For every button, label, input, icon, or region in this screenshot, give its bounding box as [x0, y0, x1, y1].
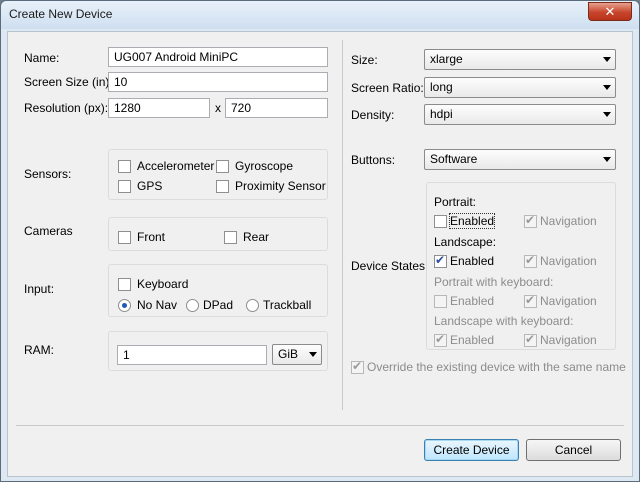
keyboard-checkbox[interactable] — [118, 278, 131, 291]
landscape-keyboard-enabled-checkbox[interactable] — [434, 332, 447, 347]
override-checkbox[interactable] — [351, 359, 364, 374]
landscape-keyboard-navigation-label: Navigation — [540, 333, 597, 347]
rear-camera-checkbox[interactable] — [224, 231, 237, 244]
ram-label: RAM: — [24, 343, 54, 357]
landscape-navigation-label: Navigation — [540, 254, 597, 268]
portrait-keyboard-navigation-label: Navigation — [540, 294, 597, 308]
density-value: hdpi — [430, 107, 453, 121]
screen-ratio-label: Screen Ratio: — [351, 81, 424, 95]
portrait-keyboard-label: Portrait with keyboard: — [434, 275, 554, 289]
screen-size-label: Screen Size (in): — [24, 75, 113, 89]
close-icon: ✕ — [604, 4, 616, 19]
device-states-label: Device States: — [351, 259, 429, 273]
portrait-enabled-checkbox[interactable] — [434, 215, 447, 228]
size-label: Size: — [351, 53, 378, 67]
proximity-sensor-label: Proximity Sensor — [235, 179, 326, 193]
chevron-down-icon — [603, 112, 611, 117]
keyboard-label: Keyboard — [137, 277, 189, 291]
no-nav-label: No Nav — [137, 298, 178, 312]
no-nav-radio[interactable] — [118, 299, 131, 312]
dpad-label: DPad — [203, 298, 234, 312]
landscape-enabled-label: Enabled — [450, 254, 495, 268]
landscape-keyboard-enabled-label: Enabled — [450, 333, 495, 347]
chevron-down-icon — [603, 85, 611, 90]
ram-unit-value: GiB — [278, 347, 299, 361]
screen-ratio-select[interactable]: long — [424, 77, 616, 98]
size-select[interactable]: xlarge — [424, 49, 616, 70]
density-select[interactable]: hdpi — [424, 104, 616, 125]
portrait-navigation-label: Navigation — [540, 214, 597, 228]
density-label: Density: — [351, 108, 395, 122]
landscape-label: Landscape: — [434, 235, 497, 249]
front-camera-label: Front — [137, 230, 166, 244]
accelerometer-checkbox[interactable] — [118, 160, 131, 173]
chevron-down-icon — [309, 352, 317, 357]
cameras-label: Cameras — [24, 224, 73, 238]
trackball-radio[interactable] — [246, 299, 259, 312]
front-camera-checkbox[interactable] — [118, 231, 131, 244]
accelerometer-label: Accelerometer — [137, 159, 215, 173]
resolution-width-field[interactable]: 1280 — [108, 98, 210, 118]
screen-ratio-value: long — [430, 80, 453, 94]
ram-field[interactable]: 1 — [117, 345, 267, 365]
override-label: Override the existing device with the sa… — [367, 360, 626, 374]
gyroscope-label: Gyroscope — [235, 159, 294, 173]
size-value: xlarge — [430, 52, 463, 66]
name-field[interactable]: UG007 Android MiniPC — [108, 47, 328, 67]
landscape-keyboard-navigation-checkbox[interactable] — [524, 332, 537, 347]
window-title: Create New Device — [9, 7, 113, 21]
portrait-keyboard-enabled-label: Enabled — [450, 294, 495, 308]
cancel-button[interactable]: Cancel — [526, 439, 621, 461]
ram-unit-select[interactable]: GiB — [272, 344, 322, 365]
device-states-group: Portrait: Enabled Navigation Landscape: … — [426, 182, 616, 350]
sensors-group: Accelerometer Gyroscope GPS Proximity Se… — [108, 149, 328, 200]
portrait-navigation-checkbox[interactable] — [524, 213, 537, 228]
trackball-label: Trackball — [263, 298, 312, 312]
column-divider — [342, 40, 343, 410]
buttons-value: Software — [430, 152, 478, 166]
ram-group: 1 GiB — [108, 331, 328, 371]
sensors-label: Sensors: — [24, 167, 72, 181]
create-device-button[interactable]: Create Device — [424, 439, 519, 461]
cameras-group: Front Rear — [108, 217, 328, 251]
portrait-enabled-label: Enabled — [448, 213, 496, 229]
title-bar: Create New Device ✕ — [1, 1, 639, 29]
input-group: Keyboard No Nav DPad Trackball — [108, 264, 328, 317]
portrait-keyboard-navigation-checkbox[interactable] — [524, 293, 537, 308]
dpad-radio[interactable] — [186, 299, 199, 312]
dialog-window: Create New Device ✕ Name: UG007 Android … — [0, 0, 640, 482]
landscape-enabled-checkbox[interactable] — [434, 253, 447, 268]
resolution-label: Resolution (px): — [24, 101, 109, 115]
dialog-content: Name: UG007 Android MiniPC Screen Size (… — [7, 31, 633, 477]
portrait-label: Portrait: — [434, 195, 477, 209]
rear-camera-label: Rear — [243, 230, 270, 244]
resolution-height-field[interactable]: 720 — [225, 98, 328, 118]
buttons-select[interactable]: Software — [424, 149, 616, 170]
chevron-down-icon — [603, 57, 611, 62]
screen-size-field[interactable]: 10 — [108, 72, 328, 92]
resolution-separator: x — [215, 101, 221, 115]
gyroscope-checkbox[interactable] — [216, 160, 229, 173]
buttons-label: Buttons: — [351, 153, 396, 167]
proximity-sensor-checkbox[interactable] — [216, 180, 229, 193]
input-label: Input: — [24, 282, 55, 296]
gps-label: GPS — [137, 179, 163, 193]
close-button[interactable]: ✕ — [588, 2, 632, 21]
gps-checkbox[interactable] — [118, 180, 131, 193]
footer-divider — [16, 425, 624, 426]
name-label: Name: — [24, 51, 60, 65]
landscape-keyboard-label: Landscape with keyboard: — [434, 314, 574, 328]
landscape-navigation-checkbox[interactable] — [524, 253, 537, 268]
chevron-down-icon — [603, 157, 611, 162]
portrait-keyboard-enabled-checkbox[interactable] — [434, 295, 447, 308]
